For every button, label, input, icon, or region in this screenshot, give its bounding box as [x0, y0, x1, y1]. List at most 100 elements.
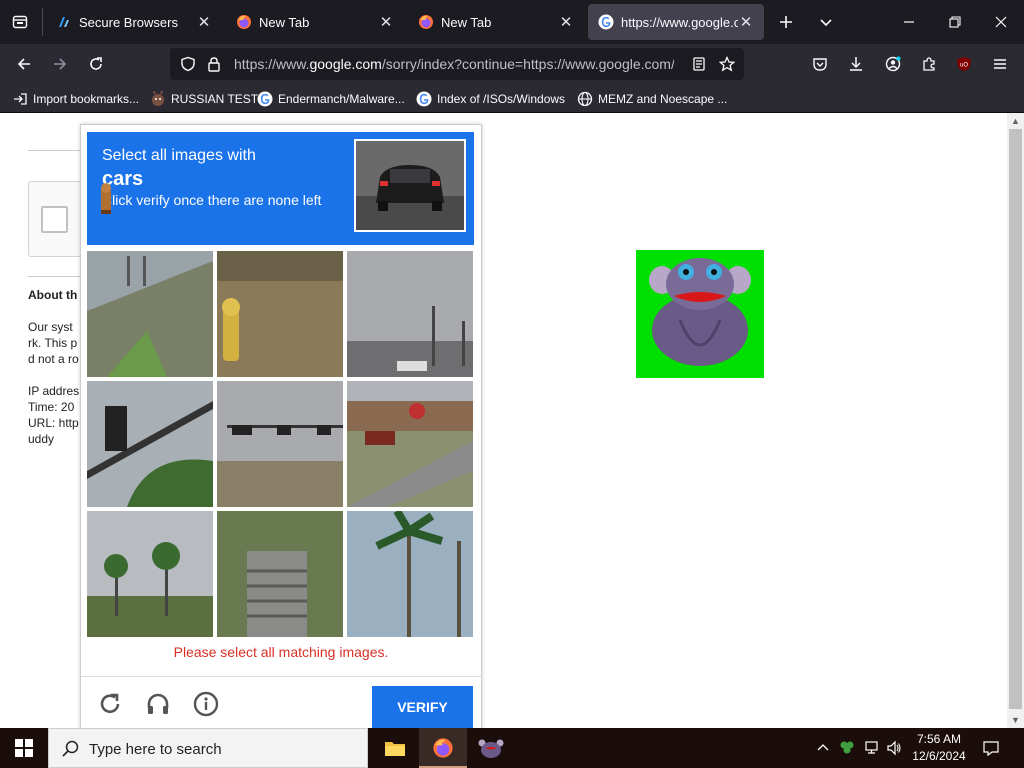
notifications-button[interactable] — [981, 738, 1001, 758]
scroll-down-icon[interactable]: ▼ — [1007, 712, 1024, 728]
tab-new-tab-1[interactable]: New Tab ✕ — [226, 4, 404, 40]
google-icon — [257, 91, 273, 107]
firefox-view-icon — [12, 15, 28, 29]
info-icon — [193, 691, 219, 717]
plus-icon — [780, 16, 792, 28]
url-domain: google.com — [309, 56, 382, 72]
recaptcha-checkbox[interactable] — [41, 206, 68, 233]
app-menu-button[interactable] — [986, 50, 1014, 78]
captcha-tile-3[interactable] — [347, 251, 473, 377]
close-tab-icon[interactable]: ✕ — [196, 13, 212, 31]
taskbar-bonzi[interactable] — [467, 728, 515, 768]
page-text-line: d not a ro — [28, 352, 79, 366]
page-text-line: rk. This p — [28, 336, 78, 350]
scroll-up-icon[interactable]: ▲ — [1007, 113, 1024, 129]
bookmark-import[interactable]: Import bookmarks... — [12, 90, 139, 108]
tile-image-stairs — [217, 511, 343, 637]
tab-title: New Tab — [259, 14, 310, 30]
tile-image-traffic-light — [87, 381, 213, 507]
firefox-icon — [419, 15, 433, 29]
captcha-error-message: Please select all matching images. — [173, 644, 389, 660]
bookmark-isos-windows[interactable]: Index of /ISOs/Windows — [416, 90, 565, 108]
bookmark-endermanch[interactable]: Endermanch/Malware... — [257, 90, 405, 108]
show-hidden-icons-button[interactable] — [813, 738, 833, 758]
captcha-tile-6[interactable] — [347, 381, 473, 507]
search-icon — [62, 740, 79, 757]
captcha-instruction: Select all images with — [102, 147, 256, 164]
tab-google-sorry[interactable]: https://www.google.co ✕ — [588, 4, 764, 40]
firefox-view-button[interactable] — [6, 8, 34, 36]
url-prefix: https://www. — [234, 56, 310, 72]
firefox-icon — [237, 15, 251, 29]
close-tab-icon[interactable]: ✕ — [738, 13, 754, 31]
captcha-tile-5[interactable] — [217, 381, 343, 507]
close-tab-icon[interactable]: ✕ — [378, 13, 394, 31]
captcha-tile-4[interactable] — [87, 381, 213, 507]
tile-image-intersection-car — [347, 381, 473, 507]
minimize-icon — [904, 21, 914, 23]
tile-image-palm-trees — [347, 511, 473, 637]
taskbar-file-explorer[interactable] — [371, 728, 419, 768]
reload-button[interactable] — [82, 50, 110, 78]
reader-view-icon[interactable] — [691, 56, 707, 72]
volume-button[interactable] — [884, 738, 904, 758]
tray-app-icon[interactable] — [837, 738, 857, 758]
bookmark-memz[interactable]: MEMZ and Noescape ... — [577, 90, 727, 108]
page-content: About th Our syst rk. This p d not a ro … — [0, 113, 1007, 728]
verify-button[interactable]: VERIFY — [372, 686, 473, 728]
taskbar-clock[interactable]: 7:56 AM 12/6/2024 — [906, 731, 972, 765]
extensions-button[interactable] — [915, 50, 943, 78]
taskbar-firefox[interactable] — [419, 728, 467, 768]
list-all-tabs-button[interactable] — [812, 8, 840, 36]
tab-new-tab-2[interactable]: New Tab ✕ — [408, 4, 584, 40]
captcha-tile-7[interactable] — [87, 511, 213, 637]
minimize-button[interactable] — [895, 8, 923, 36]
import-icon — [14, 93, 27, 105]
audio-challenge-button[interactable] — [143, 689, 173, 719]
new-tab-button[interactable] — [772, 8, 800, 36]
forward-button[interactable] — [46, 50, 74, 78]
puzzle-icon — [923, 57, 935, 71]
captcha-tile-8[interactable] — [217, 511, 343, 637]
account-icon — [885, 56, 901, 72]
notification-icon — [983, 741, 999, 757]
info-button[interactable] — [191, 689, 221, 719]
forward-arrow-icon — [54, 58, 67, 70]
restore-button[interactable] — [941, 8, 969, 36]
taskbar-search[interactable]: Type here to search — [48, 728, 368, 768]
car-image — [356, 141, 464, 230]
pocket-icon — [813, 58, 827, 71]
lock-icon[interactable] — [206, 56, 222, 72]
reload-challenge-button[interactable] — [95, 689, 125, 719]
purple-monkey-icon — [649, 258, 751, 366]
ip-address-line: IP addres — [28, 384, 80, 398]
tile-image-palms — [87, 511, 213, 637]
shield-icon[interactable] — [180, 56, 196, 72]
url-text[interactable]: https://www.google.com/sorry/index?conti… — [234, 56, 674, 72]
bookmark-russian-test[interactable]: RUSSIAN TEST — [150, 90, 258, 108]
bookmark-label: Index of /ISOs/Windows — [437, 92, 566, 106]
downloads-button[interactable] — [842, 50, 870, 78]
captcha-tile-1[interactable] — [87, 251, 213, 377]
scrollbar-thumb[interactable] — [1009, 129, 1022, 709]
back-button[interactable] — [10, 50, 38, 78]
close-window-button[interactable] — [987, 8, 1015, 36]
page-scrollbar[interactable]: ▲ ▼ — [1007, 113, 1024, 728]
tab-secure-browsers[interactable]: Secure Browsers ✕ — [46, 4, 222, 40]
folder-icon — [385, 742, 405, 756]
hamburger-menu-icon — [994, 59, 1006, 69]
account-button[interactable] — [879, 50, 907, 78]
address-bar[interactable]: https://www.google.com/sorry/index?conti… — [170, 48, 744, 80]
ublock-button[interactable]: uO — [950, 50, 978, 78]
tile-image-signals — [217, 381, 343, 507]
start-button[interactable] — [0, 728, 48, 768]
network-button[interactable] — [861, 738, 881, 758]
captcha-tile-9[interactable] — [347, 511, 473, 637]
pocket-button[interactable] — [806, 50, 834, 78]
captcha-tile-2[interactable] — [217, 251, 343, 377]
close-tab-icon[interactable]: ✕ — [558, 13, 574, 31]
url-path: /sorry/index?continue=https://www.google… — [381, 56, 674, 72]
bookmark-star-icon[interactable] — [719, 56, 735, 72]
recaptcha-widget[interactable] — [28, 181, 88, 257]
time-line: Time: 20 — [28, 400, 75, 414]
